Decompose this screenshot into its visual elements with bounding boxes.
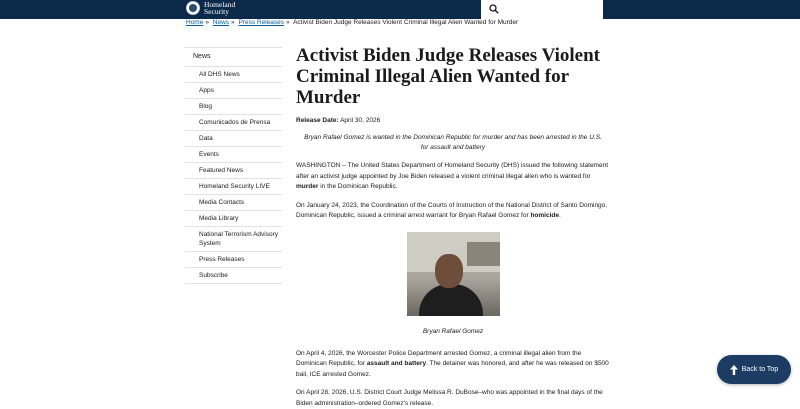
dhs-logo[interactable]: Homeland Security <box>186 1 235 15</box>
sidebar-item-subscribe[interactable]: Subscribe <box>185 268 282 284</box>
paragraph-4: On April 28, 2026, U.S. District Court J… <box>296 389 603 407</box>
sidebar-item-apps[interactable]: Apps <box>185 83 282 99</box>
search-icon[interactable] <box>489 4 499 14</box>
breadcrumb-home[interactable]: Home <box>186 19 203 26</box>
paragraph-bold: assault and battery <box>366 360 427 367</box>
release-date: Release Date: April 30, 2026 <box>296 117 610 124</box>
breadcrumb-current: Activist Biden Judge Releases Violent Cr… <box>293 19 519 26</box>
dhs-seal-icon <box>186 1 200 15</box>
breadcrumb-news[interactable]: News <box>213 19 229 26</box>
suspect-photo[interactable] <box>406 231 500 316</box>
article: Activist Biden Judge Releases Violent Cr… <box>296 45 610 409</box>
paragraph-text: in the Dominican Republic. <box>318 183 398 190</box>
sidebar-item-homeland-security-live[interactable]: Homeland Security LIVE <box>185 179 282 195</box>
arrow-up-icon <box>729 364 738 375</box>
sidebar-item-media-library[interactable]: Media Library <box>185 211 282 227</box>
back-to-top-button[interactable]: Back to Top <box>717 355 791 384</box>
release-date-label: Release Date: <box>296 117 339 124</box>
logo-line-2: Security <box>204 7 229 16</box>
paragraph-bold: homicide <box>530 212 559 219</box>
breadcrumb-separator: » <box>231 19 235 26</box>
sidebar-nav: News All DHS News Apps Blog Comunicados … <box>185 47 282 284</box>
sidebar-item-all-dhs-news[interactable]: All DHS News <box>185 67 282 83</box>
photo-container <box>296 231 610 316</box>
paragraph-1: WASHINGTON – The United States Departmen… <box>296 161 610 193</box>
page-title: Activist Biden Judge Releases Violent Cr… <box>296 45 600 108</box>
sidebar-item-events[interactable]: Events <box>185 147 282 163</box>
breadcrumb-separator: » <box>205 19 209 26</box>
paragraph-text: . <box>559 212 561 219</box>
logo-text: Homeland Security <box>204 1 235 16</box>
back-to-top-label: Back to Top <box>741 366 779 373</box>
breadcrumb-separator: » <box>286 19 290 26</box>
sidebar-item-ntas[interactable]: National Terrorism Advisory System <box>185 227 282 252</box>
sidebar-heading[interactable]: News <box>185 47 282 67</box>
sidebar-item-data[interactable]: Data <box>185 131 282 147</box>
article-subtitle: Bryan Rafael Gomez is wanted in the Domi… <box>304 134 602 151</box>
breadcrumb-press-releases[interactable]: Press Releases <box>238 19 284 26</box>
sidebar-item-press-releases[interactable]: Press Releases <box>185 252 282 268</box>
sidebar-item-featured-news[interactable]: Featured News <box>185 163 282 179</box>
paragraph-2: On January 24, 2023, the Coordination of… <box>296 201 610 222</box>
paragraph-text: WASHINGTON – The United States Departmen… <box>296 162 609 180</box>
photo-caption: Bryan Rafael Gomez <box>422 327 484 335</box>
sidebar-item-blog[interactable]: Blog <box>185 99 282 115</box>
site-header: Homeland Security <box>0 0 800 19</box>
breadcrumb: Home» News» Press Releases» Activist Bid… <box>186 19 518 26</box>
sidebar-item-media-contacts[interactable]: Media Contacts <box>185 195 282 211</box>
release-date-value: April 30, 2026 <box>340 117 381 124</box>
paragraph-bold: murder <box>296 183 319 190</box>
sidebar-item-comunicados[interactable]: Comunicados de Prensa <box>185 115 282 131</box>
paragraph-3: On April 4, 2026, the Worcester Police D… <box>296 349 610 381</box>
search-box[interactable] <box>481 0 603 19</box>
